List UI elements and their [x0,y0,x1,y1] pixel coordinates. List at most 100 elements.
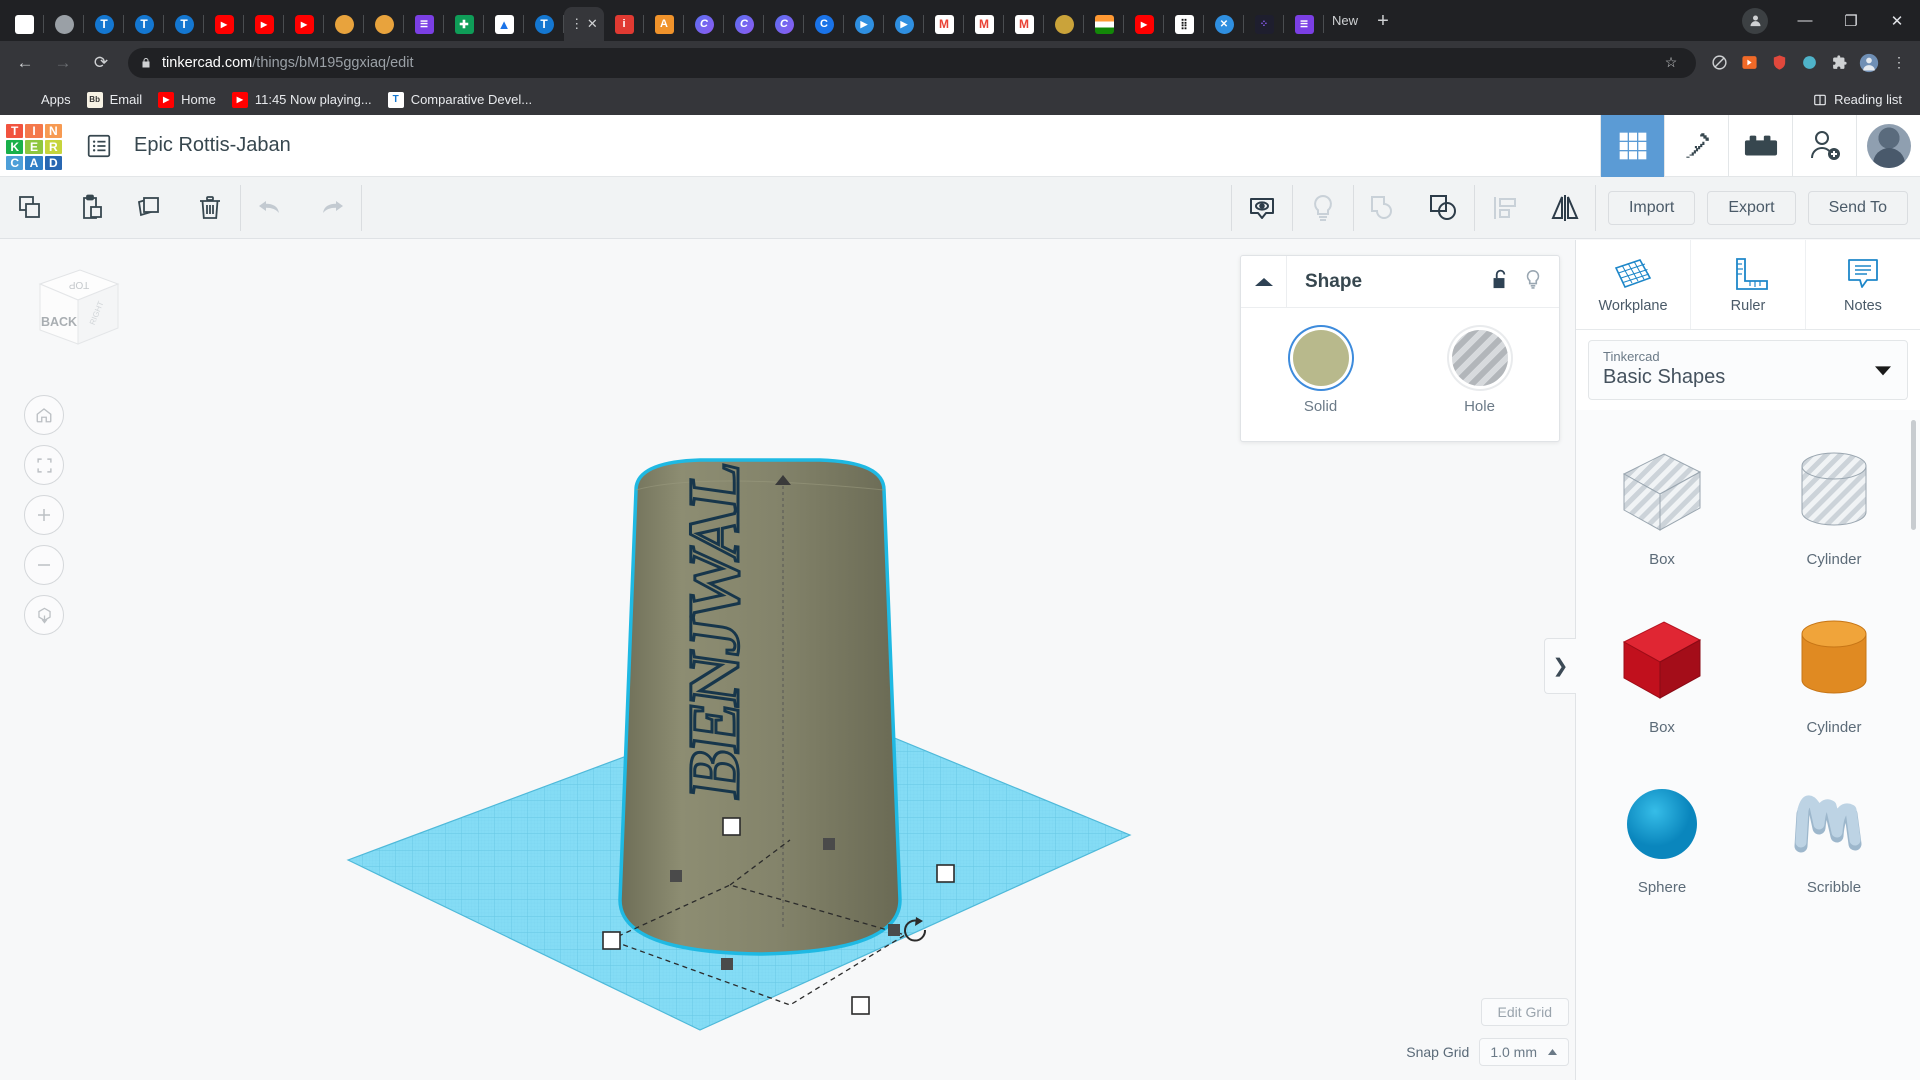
browser-tab-4[interactable]: T [124,7,164,41]
bookmark-star-icon[interactable]: ☆ [1658,50,1684,76]
browser-tab-15[interactable]: ⋮ ✕ [564,7,604,41]
browser-tab-20[interactable]: C [764,7,804,41]
extension-teal-icon[interactable] [1796,50,1822,76]
browser-tab-7[interactable]: ▶ [244,7,284,41]
invite-button[interactable] [1792,115,1856,177]
hole-option[interactable]: Hole [1400,330,1559,415]
copy-button[interactable] [0,184,60,232]
mirror-button[interactable] [1535,184,1595,232]
maximize-button[interactable]: ❐ [1828,0,1874,41]
browser-tab-8[interactable]: ▶ [284,7,324,41]
solid-swatch[interactable] [1293,330,1349,386]
browser-tab-18[interactable]: C [684,7,724,41]
minecraft-button[interactable] [1664,115,1728,177]
project-list-icon[interactable] [84,131,114,161]
solid-option[interactable]: Solid [1241,330,1400,415]
close-window-button[interactable]: ✕ [1874,0,1920,41]
sidebar-scrollbar[interactable] [1911,420,1916,530]
ruler-tool[interactable]: Ruler [1690,240,1805,329]
profile-avatar-icon[interactable] [1856,50,1882,76]
shape-box-red[interactable]: Box [1576,594,1748,762]
import-button[interactable]: Import [1608,191,1695,225]
browser-tab-30[interactable]: ⣿ [1164,7,1204,41]
browser-tab-16[interactable]: i [604,7,644,41]
browser-tab-24[interactable]: M [924,7,964,41]
workplane-tool[interactable]: Workplane [1576,240,1690,329]
browser-tab-17[interactable]: A [644,7,684,41]
browser-tab-12[interactable]: ✚ [444,7,484,41]
user-avatar[interactable] [1856,115,1920,177]
browser-tab-21[interactable]: C [804,7,844,41]
3d-viewport[interactable]: BENJWAL [0,240,1575,1080]
paste-button[interactable] [60,184,120,232]
undo-button[interactable] [241,184,301,232]
hole-swatch[interactable] [1452,330,1508,386]
browser-tab-5[interactable]: T [164,7,204,41]
browser-tab-11[interactable]: ☰ [404,7,444,41]
zoom-in-button[interactable] [24,495,64,535]
browser-tab-27[interactable] [1044,7,1084,41]
light-button[interactable] [1293,184,1353,232]
view-cube[interactable]: TOP BACK RIGHT [22,258,122,358]
fit-view-button[interactable] [24,445,64,485]
browser-tab-19[interactable]: C [724,7,764,41]
browser-tab-26[interactable]: M [1004,7,1044,41]
perspective-toggle-button[interactable] [24,595,64,635]
align-button[interactable] [1475,184,1535,232]
edit-grid-button[interactable]: Edit Grid [1481,998,1569,1026]
browser-profile-icon[interactable] [1742,8,1768,34]
library-selector[interactable]: Tinkercad Basic Shapes [1588,340,1908,400]
sidebar-collapse-button[interactable]: ❯ [1544,638,1576,694]
shape-sphere[interactable]: Sphere [1576,762,1748,922]
browser-tab-9[interactable] [324,7,364,41]
browser-tab-2[interactable] [44,7,84,41]
delete-button[interactable] [180,184,240,232]
block-icon[interactable] [1706,50,1732,76]
bookmark-3[interactable]: ▶Home [150,89,224,111]
bookmark-5[interactable]: TComparative Devel... [380,89,540,111]
redo-button[interactable] [301,184,361,232]
new-tab-button[interactable]: + [1366,4,1400,38]
browser-tab-3[interactable]: T [84,7,124,41]
notes-tool[interactable]: Notes [1805,240,1920,329]
zoom-out-button[interactable] [24,545,64,585]
unlocked-padlock-icon[interactable] [1489,268,1509,295]
shape-box-hole[interactable]: Box [1576,426,1748,594]
shield-icon[interactable] [1766,50,1792,76]
chevron-down-icon[interactable] [1875,366,1891,375]
browser-tab-22[interactable]: ▶ [844,7,884,41]
shape-cylinder-hole[interactable]: Cylinder [1748,426,1920,594]
browser-tab-10[interactable] [364,7,404,41]
shape-cylinder-orange[interactable]: Cylinder [1748,594,1920,762]
tinkercad-logo[interactable]: TINKERCAD [6,124,62,168]
lightbulb-icon[interactable] [1523,268,1543,295]
export-button[interactable]: Export [1707,191,1795,225]
reload-button[interactable]: ⟳ [84,46,118,80]
browser-tab-32[interactable]: ⁘ [1244,7,1284,41]
shape-panel-collapse-button[interactable] [1241,256,1287,308]
bookmark-4[interactable]: ▶11:45 Now playing... [224,89,380,111]
forward-button[interactable]: → [46,46,80,80]
home-view-button[interactable] [24,395,64,435]
puzzle-extensions-icon[interactable] [1826,50,1852,76]
minimize-button[interactable]: — [1782,0,1828,41]
browser-tab-28[interactable] [1084,7,1124,41]
shape-scribble[interactable]: Scribble [1748,762,1920,922]
page-title[interactable]: Epic Rottis-Jaban [134,134,291,157]
bookmark-2[interactable]: BbEmail [79,89,151,111]
browser-tab-23[interactable]: ▶ [884,7,924,41]
address-bar[interactable]: tinkercad.com/things/bM195ggxiaq/edit ☆ [128,48,1696,78]
browser-tab-6[interactable]: ▶ [204,7,244,41]
browser-tab-1[interactable] [4,7,44,41]
group-button[interactable] [1354,184,1414,232]
browser-tab-33[interactable]: ☰ [1284,7,1324,41]
grid-view-button[interactable] [1600,115,1664,177]
new-tab-label[interactable]: New [1324,13,1366,28]
bookmark-1[interactable]: Apps [10,89,79,111]
back-button[interactable]: ← [8,46,42,80]
browser-tab-25[interactable]: M [964,7,1004,41]
browser-menu-icon[interactable]: ⋮ [1886,50,1912,76]
send-to-button[interactable]: Send To [1808,191,1908,225]
reading-list-button[interactable]: Reading list [1805,89,1910,110]
blocks-button[interactable] [1728,115,1792,177]
